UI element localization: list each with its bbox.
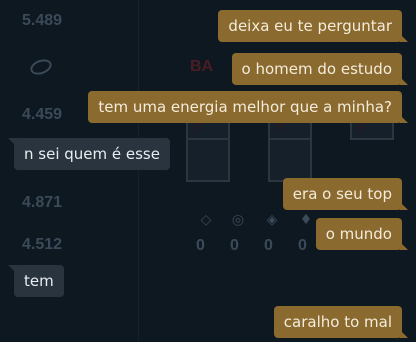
score-value: 5.489 bbox=[22, 12, 63, 29]
sent-message: tem uma energia melhor que a minha? bbox=[88, 91, 408, 123]
sent-message: era o seu top bbox=[282, 178, 409, 210]
champion-portrait bbox=[186, 138, 230, 182]
stat-count: 0 bbox=[196, 237, 205, 254]
sent-message: o mundo bbox=[315, 218, 409, 250]
coin-icon bbox=[28, 56, 54, 78]
stat-count: 0 bbox=[298, 237, 307, 254]
received-message: n sei quem é esse bbox=[8, 138, 170, 170]
target-icon: ◎ bbox=[231, 212, 245, 228]
divider bbox=[138, 0, 139, 342]
score-value: 4.512 bbox=[22, 236, 63, 253]
stat-count: 0 bbox=[230, 237, 239, 254]
dragon-icon: ◈ bbox=[266, 212, 278, 228]
team-label: BA bbox=[190, 58, 214, 75]
score-value: 4.459 bbox=[22, 106, 63, 123]
received-message: tem bbox=[8, 265, 64, 297]
sent-message: caralho to mal bbox=[273, 306, 409, 338]
tower-icon: ◇ bbox=[200, 212, 212, 228]
stat-count: 0 bbox=[264, 237, 273, 254]
score-value: 4.871 bbox=[22, 194, 63, 211]
sent-message: deixa eu te perguntar bbox=[218, 10, 408, 42]
baron-icon: ♦ bbox=[299, 212, 313, 228]
sent-message: o homem do estudo bbox=[231, 53, 409, 85]
champion-portrait bbox=[268, 138, 312, 182]
